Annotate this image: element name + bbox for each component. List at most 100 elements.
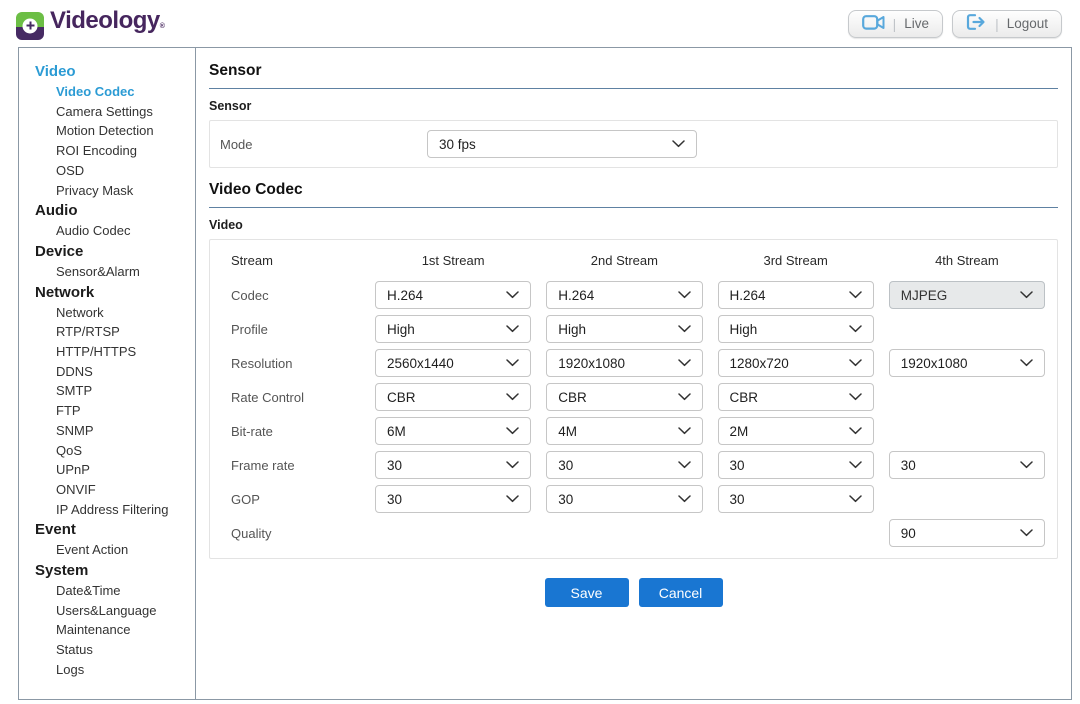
sensor-mode-value: 30 fps [439,137,476,152]
sidebar-item-motion-detection[interactable]: Motion Detection [35,121,191,141]
chevron-down-icon [1020,291,1033,299]
rate-control-stream2-select[interactable]: CBR [546,383,702,411]
frame-rate-stream3-select[interactable]: 30 [718,451,874,479]
sidebar-item-logs[interactable]: Logs [35,660,191,680]
sidebar-item-sensor-alarm[interactable]: Sensor&Alarm [35,262,191,282]
logout-icon [966,14,987,33]
frame-rate-stream4-value: 30 [901,458,916,473]
frame-rate-stream2-select[interactable]: 30 [546,451,702,479]
rate-control-stream1-select[interactable]: CBR [375,383,531,411]
video-camera-icon [862,15,885,33]
sidebar-item-audio-codec[interactable]: Audio Codec [35,221,191,241]
videology-logo-icon [16,12,44,40]
chevron-down-icon [849,495,862,503]
cancel-button[interactable]: Cancel [639,578,723,607]
sidebar-item-video-codec[interactable]: Video Codec [35,82,191,102]
registered-mark: ® [160,23,165,30]
form-actions: Save Cancel [209,578,1058,607]
chevron-down-icon [849,393,862,401]
sensor-group-label: Sensor [209,99,1058,113]
sidebar-section-audio[interactable]: Audio [35,200,191,221]
sidebar-item-http-https[interactable]: HTTP/HTTPS [35,342,191,362]
gop-stream3-select[interactable]: 30 [718,485,874,513]
bit-rate-stream2-value: 4M [558,424,577,439]
quality-stream4-select[interactable]: 90 [889,519,1045,547]
sidebar-item-snmp[interactable]: SNMP [35,421,191,441]
frame-rate-stream4-select[interactable]: 30 [889,451,1045,479]
sidebar-item-upnp[interactable]: UPnP [35,460,191,480]
chevron-down-icon [1020,359,1033,367]
rate-control-stream3-select[interactable]: CBR [718,383,874,411]
chevron-down-icon [849,461,862,469]
sidebar-item-osd[interactable]: OSD [35,161,191,181]
codec-stream4-select[interactable]: MJPEG [889,281,1045,309]
sidebar-section-event[interactable]: Event [35,519,191,540]
codec-stream1-select[interactable]: H.264 [375,281,531,309]
chevron-down-icon [678,495,691,503]
sidebar-section-video[interactable]: Video [35,61,191,82]
sidebar-item-network[interactable]: Network [35,303,191,323]
row-label-quality: Quality [222,526,360,541]
sidebar-item-rtp-rtsp[interactable]: RTP/RTSP [35,322,191,342]
codec-stream1-value: H.264 [387,288,423,303]
profile-stream2-select[interactable]: High [546,315,702,343]
sidebar-item-ip-address-filtering[interactable]: IP Address Filtering [35,500,191,520]
profile-stream1-select[interactable]: High [375,315,531,343]
logout-button[interactable]: | Logout [952,10,1062,38]
codec-stream3-select[interactable]: H.264 [718,281,874,309]
sidebar-item-event-action[interactable]: Event Action [35,540,191,560]
column-header-4th-stream: 4th Stream [889,247,1045,275]
main-panel: Sensor Sensor Mode 30 fps Video Codec Vi… [196,48,1071,699]
sidebar-section-system[interactable]: System [35,560,191,581]
frame-rate-stream1-select[interactable]: 30 [375,451,531,479]
video-group-label: Video [209,218,1058,232]
resolution-stream1-value: 2560x1440 [387,356,454,371]
bit-rate-stream2-select[interactable]: 4M [546,417,702,445]
videology-logo: Videology® [16,8,164,40]
gop-stream1-select[interactable]: 30 [375,485,531,513]
gop-stream2-select[interactable]: 30 [546,485,702,513]
sidebar-section-network[interactable]: Network [35,282,191,303]
gop-stream3-value: 30 [730,492,745,507]
frame-rate-stream1-value: 30 [387,458,402,473]
resolution-stream2-value: 1920x1080 [558,356,625,371]
sidebar-item-privacy-mask[interactable]: Privacy Mask [35,181,191,201]
resolution-stream3-select[interactable]: 1280x720 [718,349,874,377]
resolution-stream2-select[interactable]: 1920x1080 [546,349,702,377]
sensor-mode-select[interactable]: 30 fps [427,130,697,158]
column-header-3rd-stream: 3rd Stream [718,247,874,275]
chevron-down-icon [506,291,519,299]
content-frame: VideoVideo CodecCamera SettingsMotion De… [18,47,1072,700]
bit-rate-stream1-select[interactable]: 6M [375,417,531,445]
profile-stream1-value: High [387,322,415,337]
sidebar-item-qos[interactable]: QoS [35,441,191,461]
resolution-stream4-select[interactable]: 1920x1080 [889,349,1045,377]
sidebar-item-ddns[interactable]: DDNS [35,362,191,382]
chevron-down-icon [849,291,862,299]
sidebar-item-onvif[interactable]: ONVIF [35,480,191,500]
mode-label: Mode [220,137,427,152]
sidebar-item-camera-settings[interactable]: Camera Settings [35,102,191,122]
sidebar-section-device[interactable]: Device [35,241,191,262]
chevron-down-icon [678,291,691,299]
sidebar-item-ftp[interactable]: FTP [35,401,191,421]
resolution-stream4-value: 1920x1080 [901,356,968,371]
sensor-section-title: Sensor [209,62,1058,80]
sidebar-item-smtp[interactable]: SMTP [35,381,191,401]
sidebar-item-date-time[interactable]: Date&Time [35,581,191,601]
save-button[interactable]: Save [545,578,629,607]
sidebar-item-roi-encoding[interactable]: ROI Encoding [35,141,191,161]
sidebar-item-users-language[interactable]: Users&Language [35,601,191,621]
frame-rate-stream2-value: 30 [558,458,573,473]
rate-control-stream3-value: CBR [730,390,759,405]
profile-stream3-select[interactable]: High [718,315,874,343]
bit-rate-stream3-select[interactable]: 2M [718,417,874,445]
sidebar-item-maintenance[interactable]: Maintenance [35,620,191,640]
video-codec-table: Stream1st Stream2nd Stream3rd Stream4th … [220,245,1047,553]
live-button[interactable]: | Live [848,10,943,38]
sidebar-item-status[interactable]: Status [35,640,191,660]
resolution-stream1-select[interactable]: 2560x1440 [375,349,531,377]
codec-stream2-select[interactable]: H.264 [546,281,702,309]
chevron-down-icon [506,393,519,401]
video-codec-box: Stream1st Stream2nd Stream3rd Stream4th … [209,239,1058,559]
